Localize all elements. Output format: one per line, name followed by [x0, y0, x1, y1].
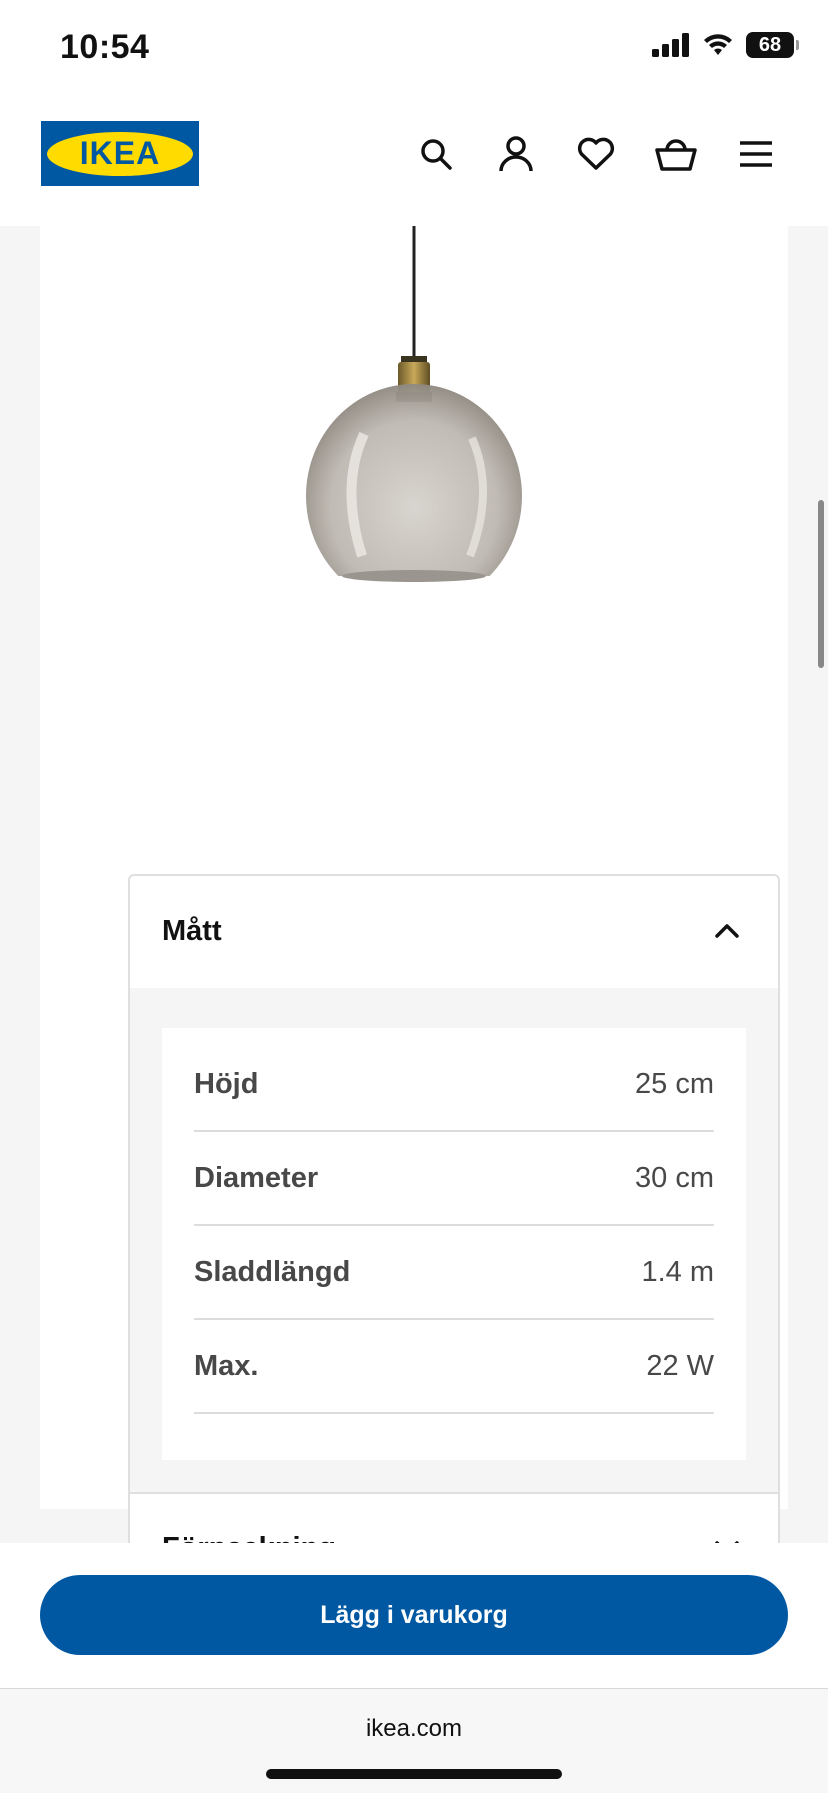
- header-icons: [414, 132, 778, 176]
- dimension-label: Höjd: [194, 1067, 259, 1100]
- home-indicator[interactable]: [266, 1769, 562, 1779]
- page-scrollbar[interactable]: [818, 500, 824, 668]
- logo-oval: IKEA: [47, 131, 193, 176]
- ikea-logo[interactable]: IKEA: [41, 121, 199, 186]
- pendant-lamp-image: [306, 226, 522, 606]
- dimension-label: Sladdlängd: [194, 1255, 351, 1288]
- user-icon[interactable]: [494, 132, 538, 176]
- dimension-row-height: Höjd 25 cm: [194, 1038, 714, 1132]
- dimension-label: Diameter: [194, 1161, 319, 1194]
- dimension-value: 22 W: [646, 1349, 714, 1382]
- product-details-card: Mått Höjd 25 cm Diameter 30 cm Sladdläng…: [40, 226, 788, 1606]
- dimension-row-diameter: Diameter 30 cm: [194, 1132, 714, 1226]
- battery-icon: 68: [746, 32, 799, 58]
- dimensions-list: Höjd 25 cm Diameter 30 cm Sladdlängd 1.4…: [162, 1028, 746, 1460]
- dimensions-title: Mått: [162, 914, 222, 947]
- wifi-icon: [704, 34, 732, 55]
- status-bar: 10:54 68: [0, 0, 828, 100]
- dimension-label: Max.: [194, 1349, 259, 1382]
- status-time: 10:54: [60, 28, 150, 66]
- battery-level: 68: [758, 33, 782, 56]
- site-header: IKEA: [0, 100, 828, 226]
- add-to-cart-bar: Lägg i varukorg: [0, 1543, 828, 1688]
- dimension-row-cord-length: Sladdlängd 1.4 m: [194, 1226, 714, 1320]
- chevron-up-icon: [715, 924, 739, 938]
- url-text: ikea.com: [365, 1715, 463, 1742]
- search-icon[interactable]: [414, 132, 458, 176]
- heart-icon[interactable]: [574, 132, 618, 176]
- dimensions-accordion-header[interactable]: Mått: [130, 876, 778, 986]
- dimension-value: 30 cm: [635, 1161, 714, 1194]
- dimension-value: 25 cm: [635, 1067, 714, 1100]
- dimensions-panel: Höjd 25 cm Diameter 30 cm Sladdlängd 1.4…: [130, 988, 778, 1492]
- dimension-row-max-wattage: Max. 22 W: [194, 1320, 714, 1414]
- logo-text: IKEA: [79, 135, 161, 171]
- browser-address-bar[interactable]: ikea.com: [0, 1688, 828, 1793]
- status-icons: 68: [652, 32, 799, 58]
- basket-icon[interactable]: [654, 132, 698, 176]
- dimension-value: 1.4 m: [641, 1255, 714, 1288]
- product-info-accordion: Mått Höjd 25 cm Diameter 30 cm Sladdläng…: [128, 874, 780, 1606]
- cellular-signal-icon: [652, 33, 689, 57]
- add-to-cart-button[interactable]: Lägg i varukorg: [40, 1575, 788, 1655]
- menu-icon[interactable]: [734, 132, 778, 176]
